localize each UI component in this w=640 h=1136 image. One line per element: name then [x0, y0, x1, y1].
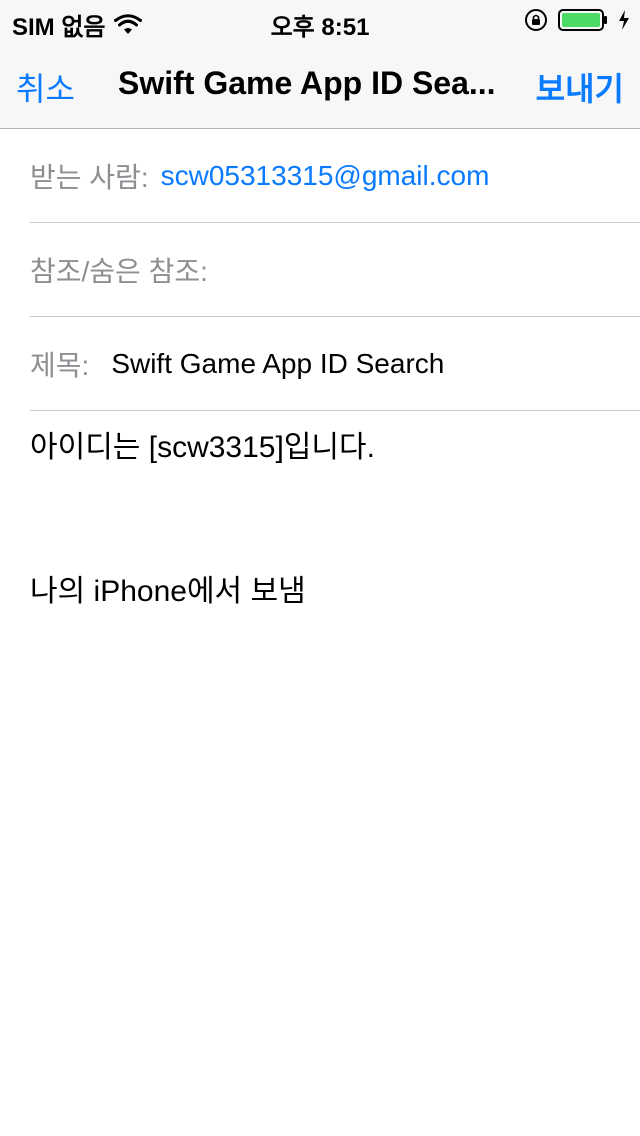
rotation-lock-icon	[525, 9, 547, 31]
to-label: 받는 사람:	[30, 161, 149, 193]
charging-bolt-icon	[619, 10, 629, 30]
cc-bcc-label: 참조/숨은 참조:	[30, 255, 208, 287]
body-blank-space	[30, 468, 620, 572]
battery-icon	[558, 9, 607, 31]
cc-bcc-input[interactable]	[207, 249, 640, 290]
recipient-token[interactable]: scw05313315@gmail.com	[161, 160, 490, 192]
subject-label: 제목:	[30, 349, 90, 381]
signature-line: 나의 iPhone에서 보냄	[30, 575, 306, 608]
subject-field-row[interactable]: 제목: Swift Game App ID Search	[30, 317, 640, 411]
body-line: 아이디는 [scw3315]입니다.	[30, 431, 375, 464]
to-field-row[interactable]: 받는 사람: scw05313315@gmail.com	[30, 129, 640, 223]
cancel-button[interactable]: 취소	[16, 64, 75, 110]
nav-bar: 취소 Swift Game App ID Sea... 보내기	[0, 40, 640, 129]
message-body[interactable]: 아이디는 [scw3315]입니다. 나의 iPhone에서 보냄	[30, 428, 620, 612]
compose-title: Swift Game App ID Sea...	[118, 65, 496, 101]
mail-compose-screen: SIM 없음 오후 8:51 취소 Swift Game App ID Sea.…	[0, 0, 640, 1136]
status-bar: SIM 없음 오후 8:51	[0, 0, 640, 41]
send-button[interactable]: 보내기	[536, 64, 624, 110]
status-right	[524, 8, 630, 32]
cc-bcc-field-row[interactable]: 참조/숨은 참조:	[30, 223, 640, 317]
subject-input[interactable]: Swift Game App ID Search	[111, 348, 444, 380]
